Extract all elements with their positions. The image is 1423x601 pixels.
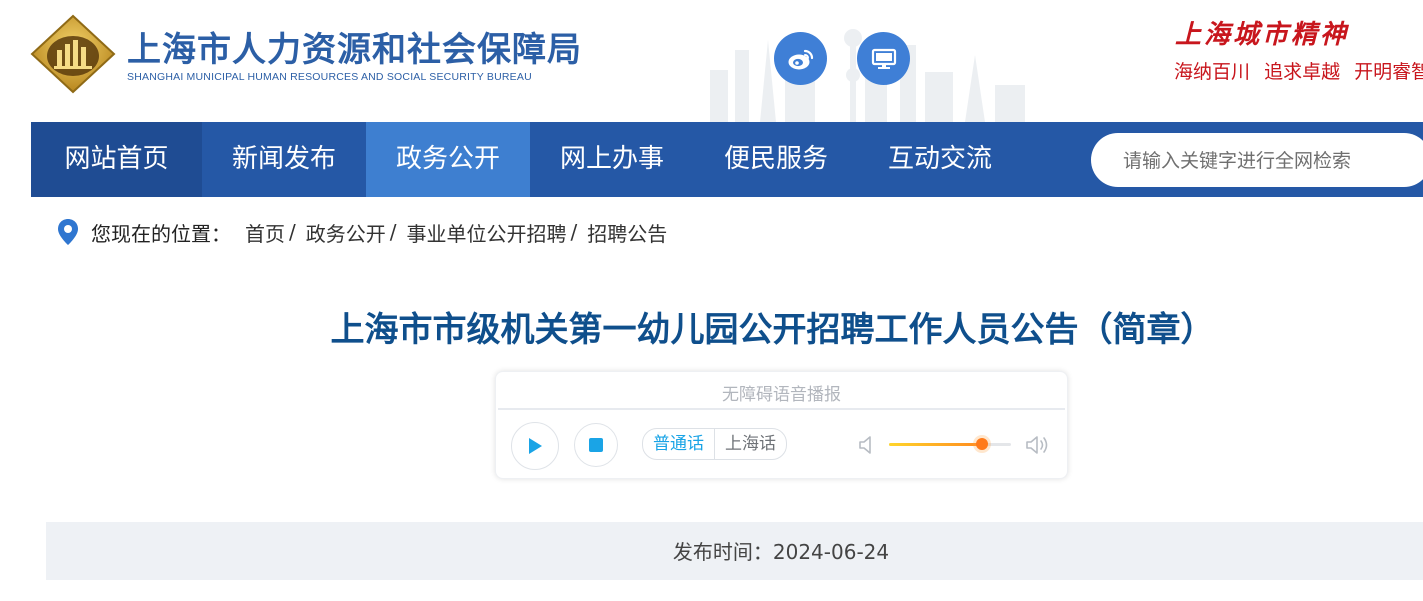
stop-icon xyxy=(589,438,603,452)
dialect-mandarin[interactable]: 普通话 xyxy=(643,429,715,459)
weibo-button[interactable] xyxy=(774,32,827,85)
nav-item-news[interactable]: 新闻发布 xyxy=(202,122,366,197)
play-icon xyxy=(529,438,542,454)
breadcrumb-home[interactable]: 首页 xyxy=(245,218,285,247)
breadcrumb-announcement[interactable]: 招聘公告 xyxy=(587,218,667,247)
city-spirit-title: 上海城市精神 xyxy=(1175,20,1350,50)
breadcrumb-separator: / xyxy=(389,220,397,244)
bureau-logo xyxy=(30,14,116,94)
site-header: 上海市人力资源和社会保障局 SHANGHAI MUNICIPAL HUMAN R… xyxy=(0,0,1423,122)
breadcrumb: 您现在的位置： 首页 / 政务公开 / 事业单位公开招聘 / 招聘公告 xyxy=(57,216,667,248)
breadcrumb-separator: / xyxy=(570,220,578,244)
breadcrumb-recruitment[interactable]: 事业单位公开招聘 xyxy=(407,218,567,247)
nav-item-public-services[interactable]: 便民服务 xyxy=(694,122,858,197)
spirit-word: 追求卓越 xyxy=(1264,61,1341,83)
desktop-version-button[interactable] xyxy=(857,32,910,85)
volume-slider[interactable] xyxy=(889,438,1011,450)
article-meta-bar: 发布时间：2024-06-24 xyxy=(46,522,1423,580)
audio-player: 无障碍语音播报 普通话 上海话 xyxy=(495,371,1068,479)
player-label: 无障碍语音播报 xyxy=(722,385,841,405)
nav-item-online-services[interactable]: 网上办事 xyxy=(530,122,694,197)
spirit-word: 海纳百川 xyxy=(1174,61,1251,83)
breadcrumb-label: 您现在的位置： xyxy=(91,221,231,246)
publish-date: 发布时间：2024-06-24 xyxy=(672,540,890,564)
volume-low-icon[interactable] xyxy=(858,434,876,456)
weibo-icon xyxy=(788,49,813,69)
breadcrumb-gov-affairs[interactable]: 政务公开 xyxy=(306,218,386,247)
search-input[interactable] xyxy=(1121,133,1423,189)
monitor-icon xyxy=(871,48,896,69)
site-title: 上海市人力资源和社会保障局 xyxy=(127,30,582,70)
play-button[interactable] xyxy=(511,422,559,470)
nav-item-home[interactable]: 网站首页 xyxy=(31,122,202,197)
nav-item-gov-affairs[interactable]: 政务公开 xyxy=(366,122,530,197)
dialect-switch: 普通话 上海话 xyxy=(642,428,787,460)
volume-high-icon[interactable] xyxy=(1025,433,1051,457)
volume-fill xyxy=(889,443,982,446)
breadcrumb-separator: / xyxy=(289,220,296,244)
spirit-word: 开明睿智 xyxy=(1354,61,1423,83)
nav-item-interaction[interactable]: 互动交流 xyxy=(858,122,1022,197)
article-title: 上海市市级机关第一幼儿园公开招聘工作人员公告（简章） xyxy=(330,310,1215,350)
site-subtitle: SHANGHAI MUNICIPAL HUMAN RESOURCES AND S… xyxy=(127,71,532,83)
city-spirit-words: 海纳百川 追求卓越 开明睿智 xyxy=(1174,57,1423,84)
location-pin-icon xyxy=(58,219,78,245)
dialect-shanghainese[interactable]: 上海话 xyxy=(715,429,786,459)
player-progress-line xyxy=(498,408,1065,410)
volume-knob[interactable] xyxy=(975,438,988,450)
search-box xyxy=(1091,133,1423,189)
stop-button[interactable] xyxy=(574,423,618,467)
